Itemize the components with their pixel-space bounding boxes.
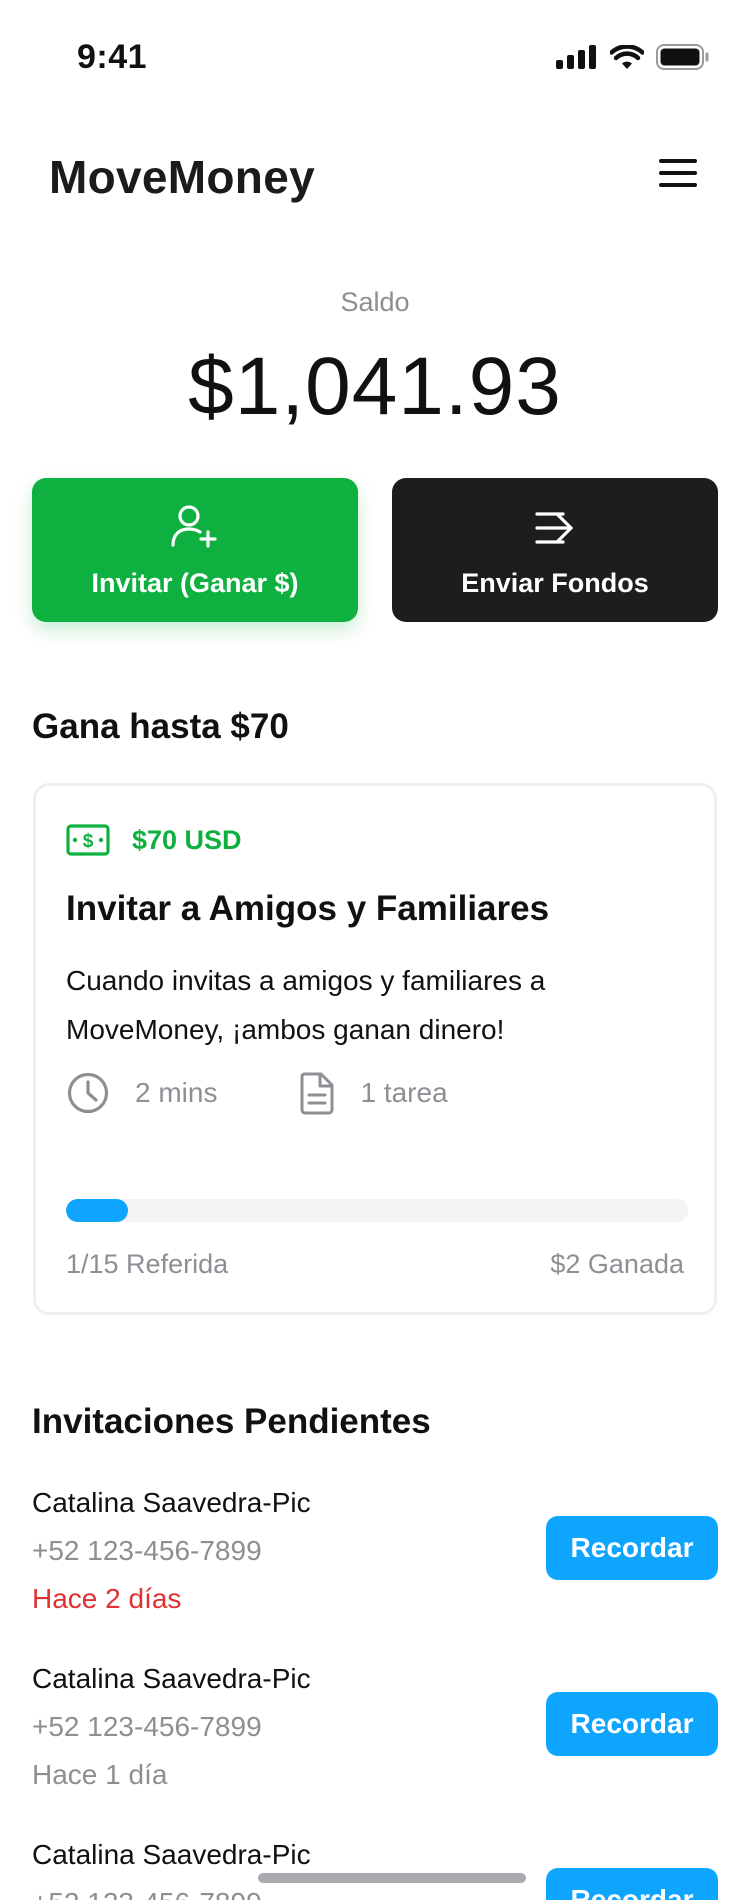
tasks-text: 1 tarea [360,1077,448,1108]
card-description: Cuando invitas a amigos y familiares a M… [66,965,546,1045]
invite-age: Hace 2 días [32,1583,182,1614]
wifi-icon [610,44,644,69]
duration-meta: 2 mins [66,1071,217,1115]
home-indicator[interactable] [258,1873,526,1883]
balance-label: Saldo [340,287,410,317]
invitee-name: Catalina Saavedra-Pic [32,1839,311,1870]
invitee-name: Catalina Saavedra-Pic [32,1663,311,1694]
menu-button[interactable] [652,154,702,194]
status-time: 9:41 [77,38,148,76]
cellular-signal-icon [556,45,596,69]
remind-button[interactable]: Recordar [546,1516,718,1580]
card-title: Invitar a Amigos y Familiares [66,889,550,928]
earn-section-title: Gana hasta $70 [32,707,289,746]
referral-progress-fill [66,1199,129,1222]
reward-amount: $70 USD [132,824,242,855]
document-icon [300,1072,334,1115]
app-title: MoveMoney [49,151,315,203]
invitee-name: Catalina Saavedra-Pic [32,1487,311,1518]
invite-earn-button[interactable]: Invitar (Ganar $) [32,478,358,622]
tasks-meta: 1 tarea [299,1071,448,1115]
invitee-phone: +52 123-456-7899 [32,1887,262,1900]
duration-text: 2 mins [135,1077,218,1108]
send-funds-button[interactable]: Enviar Fondos [392,478,718,622]
invite-reward-card[interactable]: $ $70 USD Invitar a Amigos y Familiares … [33,783,717,1315]
menu-icon [659,159,697,163]
balance-amount: $1,041.93 [188,341,562,432]
earned-amount: $2 Ganada [550,1249,684,1279]
pending-invite-item: Catalina Saavedra-Pic +52 123-456-7899 H… [32,1487,722,1637]
svg-text:$: $ [83,831,94,852]
app-header: MoveMoney [0,140,750,210]
remind-button[interactable]: Recordar [546,1868,718,1900]
pending-invite-item: Catalina Saavedra-Pic +52 123-456-7899 R… [32,1839,722,1900]
pending-invite-item: Catalina Saavedra-Pic +52 123-456-7899 H… [32,1663,722,1813]
invite-earn-label: Invitar (Ganar $) [91,568,299,598]
clock-icon [67,1072,109,1114]
referral-progress-bar [66,1199,688,1222]
remind-button[interactable]: Recordar [546,1692,718,1756]
invite-age: Hace 1 día [32,1759,168,1790]
cash-icon: $ [66,824,110,856]
invitee-phone: +52 123-456-7899 [32,1711,262,1742]
arrow-right-icon [535,512,573,544]
add-user-icon [171,505,217,548]
reward-badge: $ $70 USD [66,824,242,856]
status-icons [556,44,710,70]
invitee-phone: +52 123-456-7899 [32,1535,262,1566]
send-funds-label: Enviar Fondos [461,568,649,598]
card-meta: 2 mins 1 tarea [66,1071,448,1115]
referral-count: 1/15 Referida [66,1249,229,1279]
battery-icon [656,44,709,70]
status-bar: 9:41 [0,0,750,118]
pending-section-title: Invitaciones Pendientes [32,1402,431,1441]
